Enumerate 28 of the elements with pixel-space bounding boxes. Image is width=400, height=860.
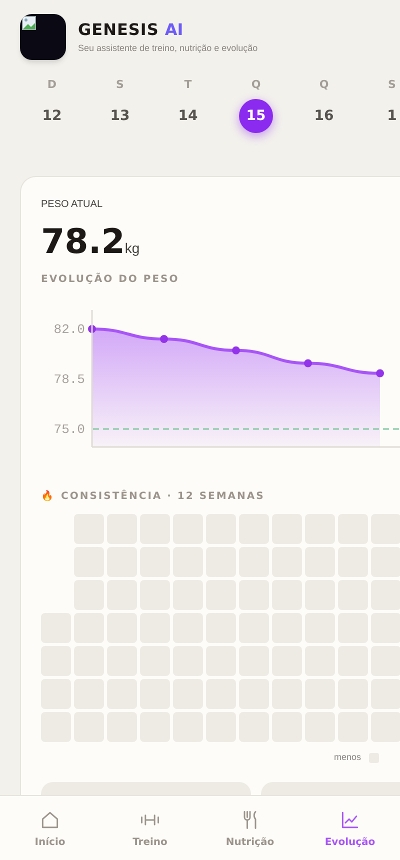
data-point: [88, 325, 96, 333]
chart-title: EVOLUÇÃO DO PESO: [41, 272, 180, 287]
y-tick-label: 75.0: [54, 422, 85, 437]
day-item[interactable]: S 1: [358, 77, 400, 133]
data-point: [304, 359, 312, 368]
y-tick-label: 78.5: [54, 372, 85, 387]
y-tick-label: 82.0: [54, 322, 85, 337]
line-chart-icon: [339, 809, 361, 831]
app-subtitle: Seu assistente de treino, nutrição e evolução: [78, 42, 258, 56]
data-point: [232, 346, 240, 354]
consistency-title: CONSISTÊNCIA · 12 SEMANAS: [61, 489, 265, 504]
weight-value: 78.2: [41, 222, 125, 262]
broken-image-icon: [22, 16, 36, 30]
weight-unit: kg: [124, 239, 140, 258]
data-point: [376, 369, 384, 378]
legend-label: menos: [334, 751, 361, 764]
day-item[interactable]: Q 16: [290, 77, 358, 133]
day-item[interactable]: S 13: [86, 77, 154, 133]
data-point: [160, 335, 168, 343]
day-item[interactable]: Q 15: [222, 77, 290, 133]
day-item[interactable]: T 14: [154, 77, 222, 133]
app-title-accent: AI: [164, 19, 184, 42]
app-title: GENESIS: [78, 19, 159, 42]
fire-icon: 🔥: [41, 492, 53, 502]
day-item[interactable]: D 12: [18, 77, 86, 133]
weight-label: PESO ATUAL: [41, 198, 104, 212]
home-icon: [39, 809, 61, 831]
nav-tab[interactable]: Evolução: [300, 796, 400, 860]
